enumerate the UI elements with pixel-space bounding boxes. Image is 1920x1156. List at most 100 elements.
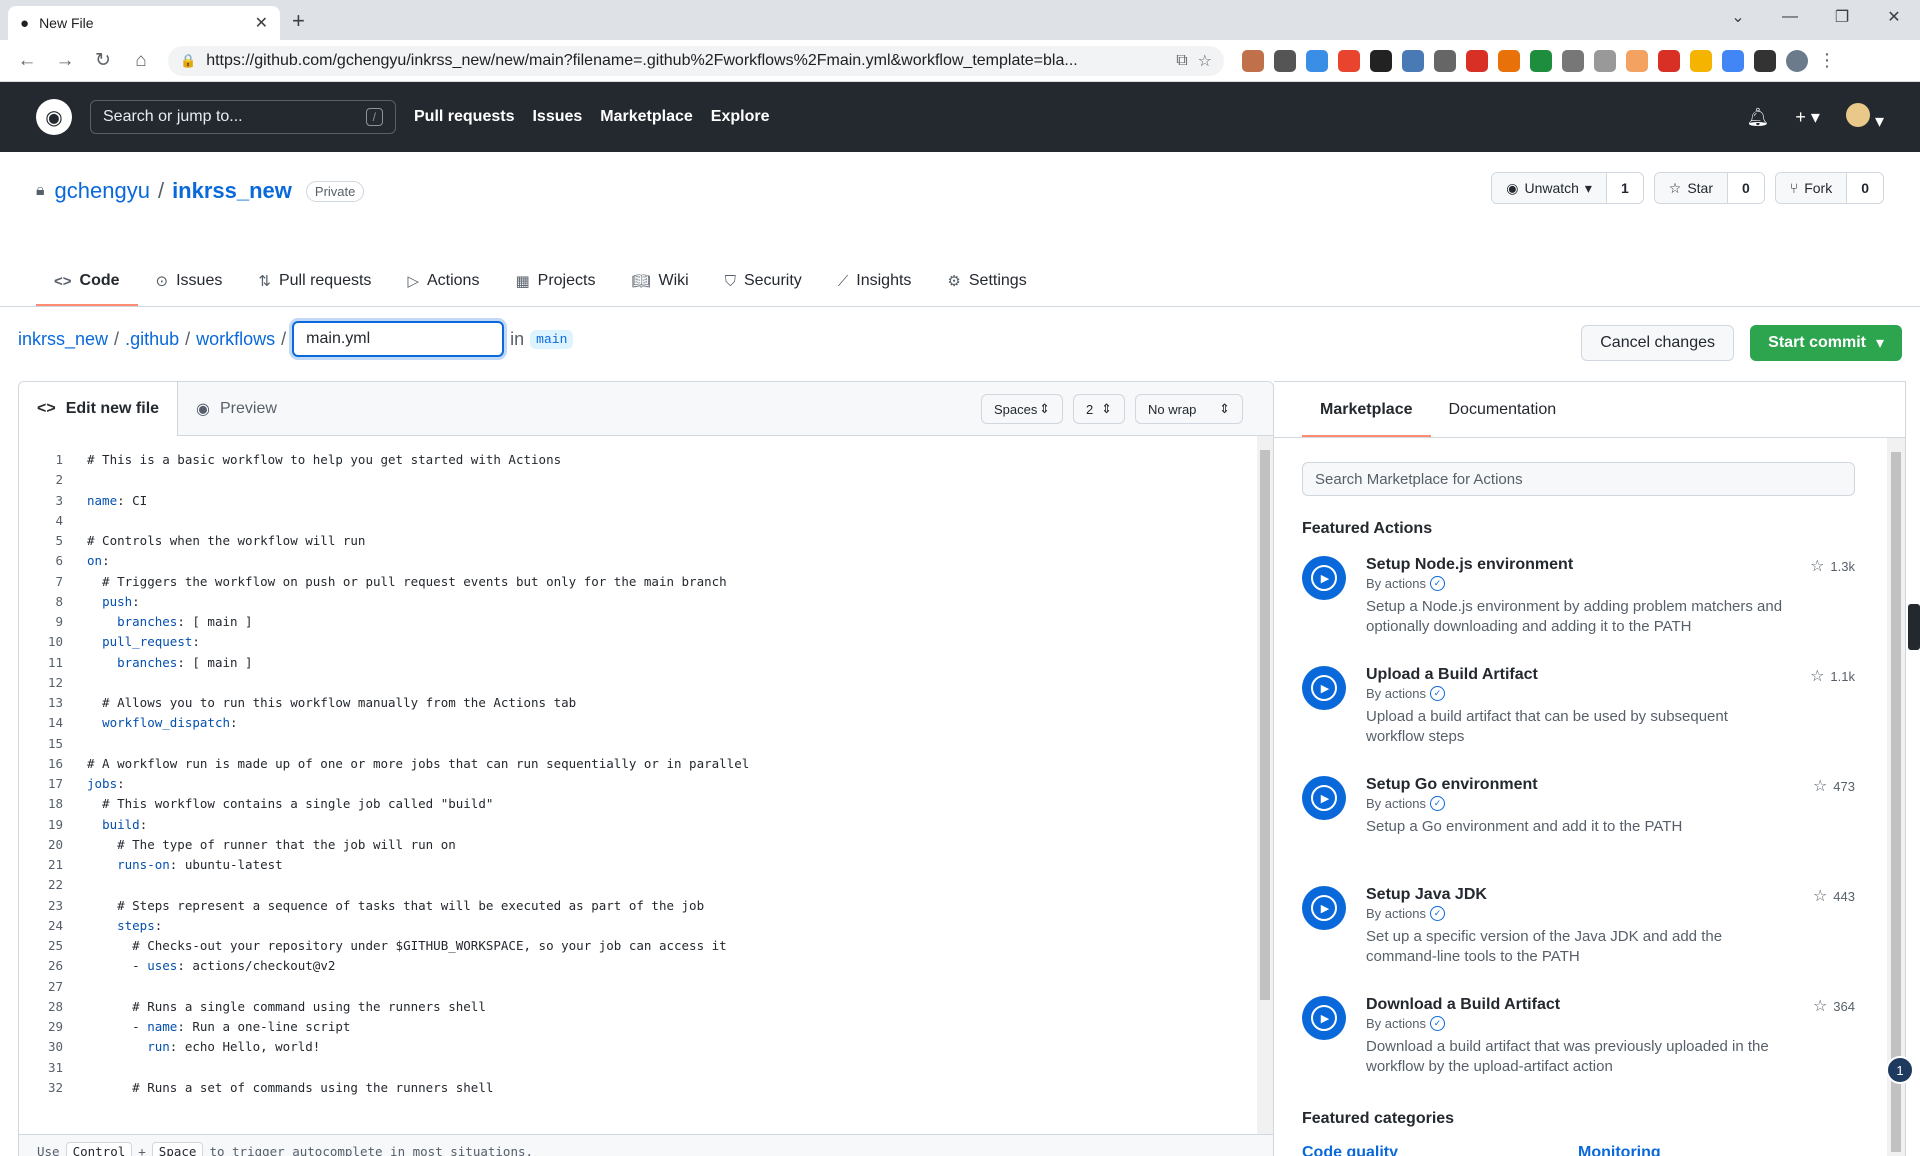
extension-icon[interactable] bbox=[1466, 49, 1488, 72]
profile-avatar-icon[interactable] bbox=[1786, 49, 1808, 72]
extension-icon[interactable] bbox=[1338, 49, 1360, 72]
reload-icon[interactable]: ↻ bbox=[86, 49, 120, 72]
maximize-icon[interactable]: ❐ bbox=[1816, 7, 1868, 27]
extension-icon[interactable] bbox=[1562, 49, 1584, 72]
unwatch-button[interactable]: ◉ Unwatch ▾ bbox=[1492, 173, 1607, 203]
tab-marketplace[interactable]: Marketplace bbox=[1302, 401, 1431, 437]
extension-icon[interactable] bbox=[1658, 49, 1680, 72]
tab-label: Security bbox=[743, 272, 802, 289]
extension-icon[interactable] bbox=[1626, 49, 1648, 72]
action-name[interactable]: Download a Build Artifact bbox=[1366, 996, 1785, 1014]
nav-explore[interactable]: Explore bbox=[711, 108, 770, 126]
fork-button[interactable]: ⑂ Fork bbox=[1775, 173, 1848, 203]
featured-action-item[interactable]: ▶ Setup Java JDK By actions ✓ Set up a speci… bbox=[1302, 886, 1855, 978]
repo-name-link[interactable]: inkrss_new bbox=[172, 178, 292, 204]
breadcrumb-workflows-dir[interactable]: workflows bbox=[196, 329, 275, 350]
extension-icon[interactable] bbox=[1242, 49, 1264, 72]
tab-issues[interactable]: ⊙ Issues bbox=[138, 272, 241, 306]
indent-mode-select[interactable]: Spaces ⇕ bbox=[981, 394, 1063, 424]
puzzle-extensions-icon[interactable] bbox=[1754, 49, 1776, 72]
tab-edit-new-file[interactable]: <> Edit new file bbox=[19, 382, 179, 436]
indent-size-select[interactable]: 2 ⇕ bbox=[1073, 394, 1125, 424]
back-icon[interactable]: ← bbox=[10, 50, 44, 72]
category-monitoring[interactable]: Monitoring bbox=[1578, 1144, 1661, 1156]
tab-settings[interactable]: ⚙ Settings bbox=[929, 272, 1044, 306]
star-button[interactable]: ☆ Star bbox=[1654, 173, 1728, 203]
star-count[interactable]: 0 bbox=[1728, 173, 1764, 203]
close-tab-icon[interactable]: ✕ bbox=[255, 13, 268, 33]
tab-label: Code bbox=[79, 272, 120, 289]
extension-icon[interactable] bbox=[1370, 49, 1392, 72]
create-new-plus-icon[interactable]: + ▾ bbox=[1795, 107, 1820, 128]
translate-icon[interactable]: ⧉ bbox=[1176, 52, 1187, 70]
breadcrumb-root[interactable]: inkrss_new bbox=[18, 329, 108, 350]
category-code-quality[interactable]: Code quality bbox=[1302, 1144, 1398, 1156]
home-icon[interactable]: ⌂ bbox=[124, 50, 158, 72]
code-editor-area[interactable]: 1 # This is a basic workflow to help you … bbox=[19, 436, 1273, 1134]
editor-scrollbar[interactable] bbox=[1257, 436, 1273, 1134]
address-bar[interactable]: 🔒 https://github.com/gchengyu/inkrss_new… bbox=[168, 45, 1224, 76]
extension-icon[interactable] bbox=[1722, 49, 1744, 72]
cancel-changes-button[interactable]: Cancel changes bbox=[1581, 325, 1734, 361]
featured-action-item[interactable]: ▶ Download a Build Artifact By actions ✓ Dow… bbox=[1302, 996, 1855, 1088]
nav-pull-requests[interactable]: Pull requests bbox=[414, 108, 514, 126]
action-name[interactable]: Upload a Build Artifact bbox=[1366, 666, 1785, 684]
side-panel-handle[interactable] bbox=[1908, 604, 1920, 650]
featured-action-item[interactable]: ▶ Setup Node.js environment By actions ✓ Set… bbox=[1302, 556, 1855, 648]
forward-icon[interactable]: → bbox=[48, 50, 82, 72]
close-window-icon[interactable]: ✕ bbox=[1868, 7, 1920, 27]
tab-actions[interactable]: ▷ Actions bbox=[389, 272, 497, 306]
breadcrumb-github-dir[interactable]: .github bbox=[125, 329, 179, 350]
watch-count[interactable]: 1 bbox=[1606, 173, 1643, 203]
extension-icon[interactable] bbox=[1274, 49, 1296, 72]
featured-action-item[interactable]: ▶ Setup Go environment By actions ✓ Setup a … bbox=[1302, 776, 1855, 868]
fork-count[interactable]: 0 bbox=[1847, 173, 1883, 203]
notifications-bell-icon[interactable]: 🔔︎ bbox=[1747, 107, 1770, 128]
global-search-input[interactable]: Search or jump to... / bbox=[90, 100, 396, 134]
extension-icon[interactable] bbox=[1530, 49, 1552, 72]
new-tab-icon[interactable]: + bbox=[292, 8, 305, 34]
tab-insights[interactable]: ⟋ Insights bbox=[820, 272, 930, 306]
action-text: Setup Java JDK By actions ✓ Set up a specif… bbox=[1366, 886, 1855, 978]
github-logo-icon[interactable]: ◉ bbox=[36, 99, 72, 135]
tab-documentation[interactable]: Documentation bbox=[1431, 401, 1575, 437]
tab-security[interactable]: ⛉ Security bbox=[707, 272, 820, 306]
code-line: 27 bbox=[19, 977, 1255, 997]
tab-projects[interactable]: ▦ Projects bbox=[497, 272, 613, 306]
line-text bbox=[63, 470, 87, 490]
user-menu[interactable]: ▾ bbox=[1845, 102, 1884, 132]
floating-notification-badge[interactable]: 1 bbox=[1886, 1056, 1914, 1084]
extension-icon[interactable] bbox=[1402, 49, 1424, 72]
tab-wiki[interactable]: 📖︎ Wiki bbox=[613, 272, 706, 306]
action-name[interactable]: Setup Go environment bbox=[1366, 776, 1785, 794]
action-name[interactable]: Setup Java JDK bbox=[1366, 886, 1785, 904]
extension-icon[interactable] bbox=[1594, 49, 1616, 72]
marketplace-search-input[interactable]: Search Marketplace for Actions bbox=[1302, 462, 1855, 496]
extension-icon[interactable] bbox=[1690, 49, 1712, 72]
wrap-mode-select[interactable]: No wrap ⇕ bbox=[1135, 394, 1243, 424]
tab-pull-requests[interactable]: ⇅ Pull requests bbox=[240, 272, 389, 306]
profile-menu-icon[interactable]: ⌄ bbox=[1712, 7, 1764, 27]
repo-owner-link[interactable]: gchengyu bbox=[55, 178, 150, 204]
extension-icon[interactable] bbox=[1498, 49, 1520, 72]
tab-preview[interactable]: ◉ Preview bbox=[178, 382, 295, 435]
featured-action-item[interactable]: ▶ Upload a Build Artifact By actions ✓ Uploa… bbox=[1302, 666, 1855, 758]
start-commit-button[interactable]: Start commit ▾ bbox=[1750, 325, 1902, 361]
action-description: Download a build artifact that was previ… bbox=[1366, 1038, 1769, 1075]
bookmark-star-icon[interactable]: ☆ bbox=[1198, 51, 1212, 71]
action-name[interactable]: Setup Node.js environment bbox=[1366, 556, 1785, 574]
editor-scrollbar-thumb[interactable] bbox=[1260, 450, 1270, 1000]
browser-menu-icon[interactable]: ⋮ bbox=[1818, 50, 1836, 71]
extension-icon[interactable] bbox=[1306, 49, 1328, 72]
nav-issues[interactable]: Issues bbox=[532, 108, 582, 126]
star-icon: ☆ bbox=[1812, 888, 1828, 905]
filename-input[interactable]: main.yml bbox=[292, 321, 505, 357]
nav-marketplace[interactable]: Marketplace bbox=[600, 108, 693, 126]
minimize-icon[interactable]: — bbox=[1764, 8, 1816, 26]
sidebar-scrollbar-thumb[interactable] bbox=[1891, 452, 1901, 1152]
extension-icon[interactable] bbox=[1434, 49, 1456, 72]
tab-code[interactable]: <> Code bbox=[36, 272, 138, 306]
sidebar-scrollbar[interactable] bbox=[1887, 438, 1905, 1156]
marketplace-sidebar: Marketplace Documentation Search Marketp… bbox=[1274, 381, 1906, 1156]
browser-tab[interactable]: ● New File ✕ bbox=[8, 6, 280, 40]
